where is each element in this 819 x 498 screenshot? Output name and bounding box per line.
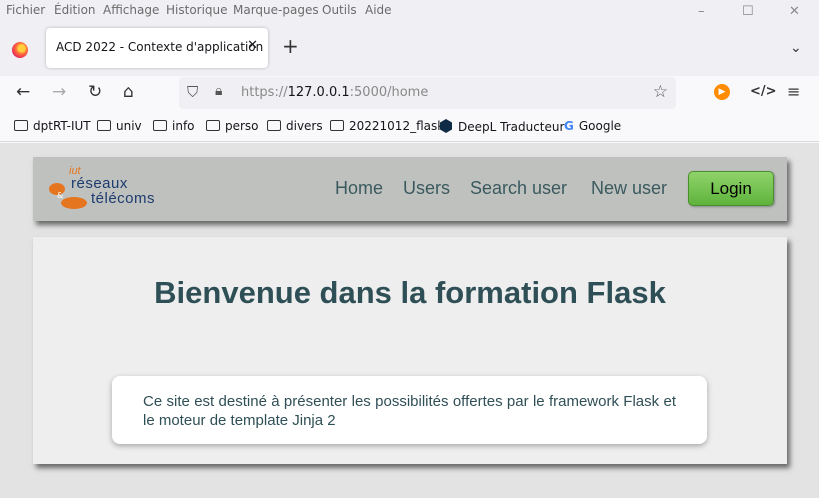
reload-button[interactable]: ↻ [88, 82, 102, 102]
bookmark-info[interactable]: info [153, 119, 195, 133]
tab-strip: ACD 2022 - Contexte d'application ✕ + ⌄ [0, 24, 819, 76]
bookmark-label: divers [286, 119, 323, 133]
folder-icon [267, 120, 281, 131]
folder-icon [330, 120, 344, 131]
bookmark-divers[interactable]: divers [267, 119, 323, 133]
bookmark-label: Google [578, 119, 622, 133]
devtools-icon[interactable]: </> [750, 84, 777, 99]
url-path: :5000/home [349, 85, 429, 100]
menu-historique[interactable]: Historique [166, 3, 228, 17]
login-button[interactable]: Login [688, 171, 774, 206]
bookmarks-bar: dptRT-IUT univ info perso divers 2022101… [0, 112, 819, 142]
menu-fichier[interactable]: Fichier [6, 3, 45, 17]
nav-new-user-link[interactable]: New user [591, 178, 667, 199]
bookmark-star-icon[interactable]: ☆ [653, 82, 668, 102]
menu-aide[interactable]: Aide [365, 3, 392, 17]
folder-icon [206, 120, 220, 131]
bookmark-dptrt-iut[interactable]: dptRT-IUT [14, 119, 91, 133]
folder-icon [97, 120, 111, 131]
bookmark-label: info [172, 119, 195, 133]
bookmark-univ[interactable]: univ [97, 119, 142, 133]
bookmark-label: DeepL Traducteur [458, 120, 565, 134]
bookmark-deepl[interactable]: DeepL Traducteur [440, 119, 564, 134]
deepl-icon [440, 119, 452, 133]
url-bar[interactable]: ⛉ 🔒︎ https://127.0.0.1:5000/home ☆ [179, 77, 676, 109]
home-button[interactable]: ⌂ [123, 82, 134, 102]
folder-icon [14, 120, 28, 131]
back-button[interactable]: ← [16, 82, 30, 102]
nav-users-link[interactable]: Users [403, 178, 450, 199]
menu-marque-pages[interactable]: Marque-pages [233, 3, 319, 17]
tab-close-icon[interactable]: ✕ [247, 38, 258, 53]
bookmark-label: 20221012_flask [349, 119, 445, 133]
bookmark-20221012-flask[interactable]: 20221012_flask [330, 119, 444, 133]
menu-bar: Fichier Édition Affichage Historique Mar… [0, 0, 819, 24]
google-icon: G [564, 119, 574, 133]
folder-icon [153, 120, 167, 131]
minimize-button[interactable]: – [698, 4, 705, 19]
hamburger-menu-icon[interactable]: ≡ [787, 82, 800, 101]
nav-search-user-link[interactable]: Search user [470, 178, 567, 199]
nav-home-link[interactable]: Home [335, 178, 383, 199]
shield-icon[interactable]: ⛉ [187, 83, 198, 101]
site-header: & iut réseaux télécoms Home Users Search… [33, 157, 787, 221]
intro-text: Ce site est destiné à présenter les poss… [143, 393, 676, 429]
firefox-icon[interactable] [12, 42, 28, 58]
iut-rt-logo[interactable]: & iut réseaux télécoms [47, 165, 197, 213]
bookmark-google[interactable]: G Google [564, 119, 621, 133]
tab-active[interactable]: ACD 2022 - Contexte d'application ✕ [46, 28, 268, 68]
nav-bar: ← → ↻ ⌂ ⛉ 🔒︎ https://127.0.0.1:5000/home… [0, 76, 819, 110]
forward-button[interactable]: → [52, 82, 66, 102]
extension-play-icon[interactable]: ▶ [714, 84, 730, 100]
close-window-button[interactable]: ✕ [789, 4, 800, 19]
url-host: 127.0.0.1 [287, 85, 350, 100]
menu-edition[interactable]: Édition [54, 3, 96, 17]
web-page: & iut réseaux télécoms Home Users Search… [0, 143, 819, 498]
menu-outils[interactable]: Outils [322, 3, 357, 17]
list-all-tabs-icon[interactable]: ⌄ [790, 40, 802, 56]
bookmark-label: perso [225, 119, 259, 133]
url-prefix: https:// [241, 85, 288, 100]
logo-amp: & [57, 191, 64, 200]
url-text[interactable]: https://127.0.0.1:5000/home [241, 85, 428, 100]
maximize-button[interactable]: ☐ [742, 4, 754, 19]
new-tab-button[interactable]: + [282, 36, 299, 56]
tab-title: ACD 2022 - Contexte d'application [56, 40, 264, 54]
lock-icon[interactable]: 🔒︎ [215, 83, 222, 99]
logo-telecoms: télécoms [91, 190, 156, 207]
logo-shape [61, 197, 87, 209]
intro-card: Ce site est destiné à présenter les poss… [112, 376, 707, 444]
bookmark-label: dptRT-IUT [33, 119, 91, 133]
page-title: Bienvenue dans la formation Flask [154, 275, 666, 310]
bookmark-perso[interactable]: perso [206, 119, 259, 133]
main-content: Bienvenue dans la formation Flask Ce sit… [33, 237, 787, 464]
bookmark-label: univ [116, 119, 142, 133]
menu-affichage[interactable]: Affichage [103, 3, 159, 17]
